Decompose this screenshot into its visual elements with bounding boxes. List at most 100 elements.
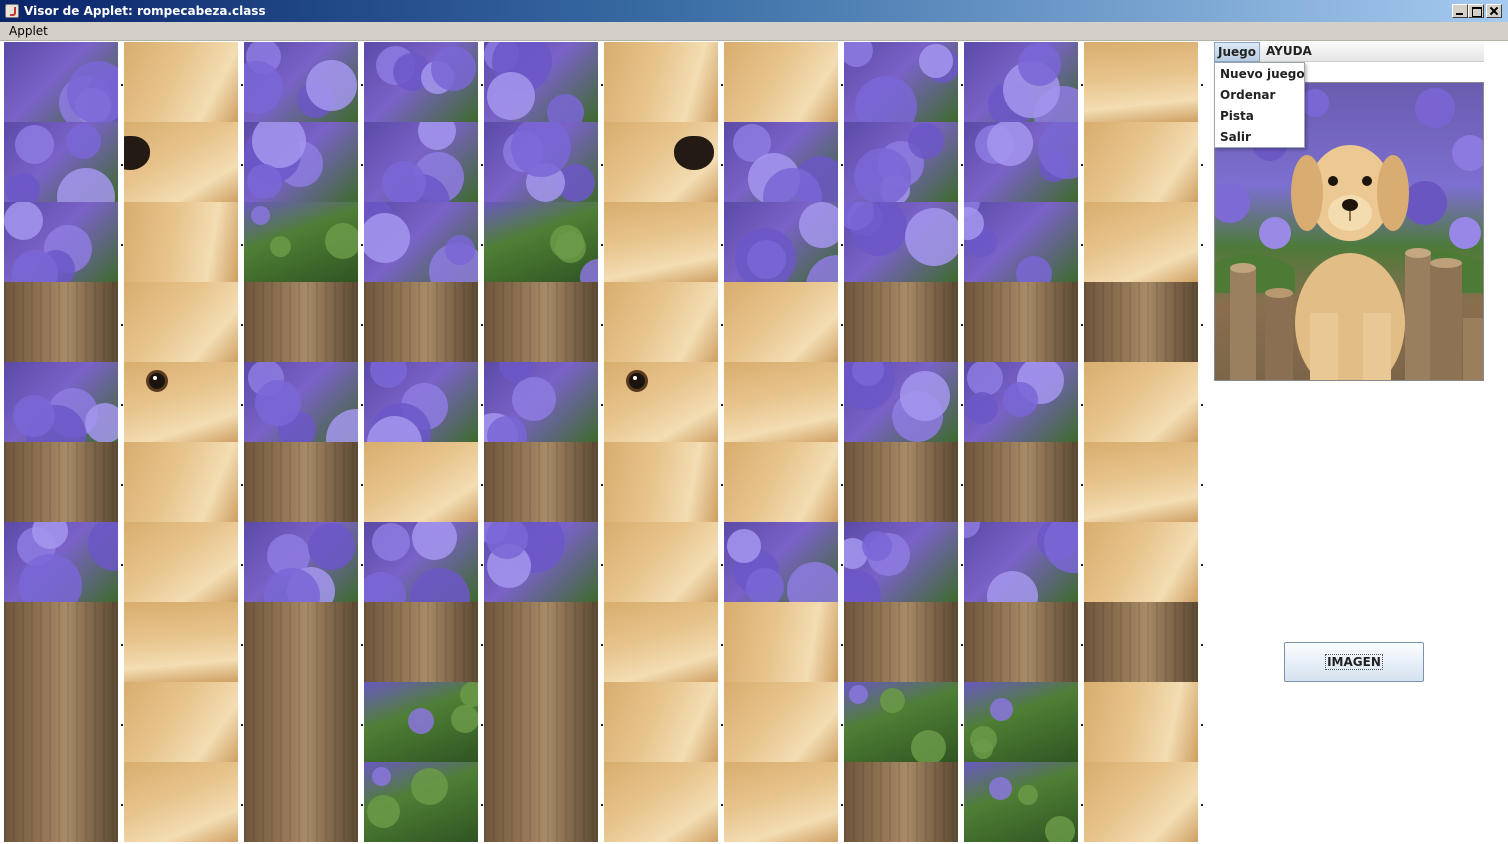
puzzle-tile[interactable] [484,522,598,602]
puzzle-tile[interactable] [484,602,598,682]
puzzle-tile[interactable] [484,762,598,842]
puzzle-tile[interactable] [484,682,598,762]
puzzle-tile[interactable] [364,442,478,522]
puzzle-tile[interactable] [244,362,358,442]
close-button[interactable] [1486,4,1502,18]
puzzle-tile[interactable] [124,282,238,362]
puzzle-tile[interactable] [1084,362,1198,442]
puzzle-tile[interactable] [964,282,1078,362]
puzzle-tile[interactable] [604,522,718,602]
puzzle-tile[interactable] [964,522,1078,602]
puzzle-tile[interactable] [244,762,358,842]
puzzle-tile[interactable] [724,682,838,762]
puzzle-tile[interactable] [484,362,598,442]
puzzle-tile[interactable] [364,682,478,762]
menu-juego[interactable]: Juego [1214,42,1260,62]
puzzle-tile[interactable] [364,602,478,682]
puzzle-tile[interactable] [244,442,358,522]
puzzle-tile[interactable] [724,602,838,682]
puzzle-tile[interactable] [604,362,718,442]
menu-item-salir[interactable]: Salir [1220,130,1251,148]
puzzle-tile[interactable] [1084,42,1198,122]
puzzle-tile[interactable] [124,522,238,602]
puzzle-tile[interactable] [844,282,958,362]
minimize-button[interactable] [1452,4,1468,18]
menu-applet[interactable]: Applet [9,24,48,38]
puzzle-tile[interactable] [364,42,478,122]
puzzle-tile[interactable] [964,682,1078,762]
puzzle-tile[interactable] [4,42,118,122]
puzzle-tile[interactable] [844,42,958,122]
puzzle-tile[interactable] [1084,602,1198,682]
puzzle-tile[interactable] [724,762,838,842]
puzzle-tile[interactable] [604,282,718,362]
puzzle-tile[interactable] [1084,282,1198,362]
puzzle-tile[interactable] [124,762,238,842]
puzzle-tile[interactable] [604,442,718,522]
puzzle-tile[interactable] [4,602,118,682]
menu-item-ordenar[interactable]: Ordenar [1220,88,1275,106]
puzzle-tile[interactable] [964,362,1078,442]
puzzle-tile[interactable] [724,442,838,522]
maximize-button[interactable] [1468,4,1484,18]
puzzle-tile[interactable] [124,602,238,682]
puzzle-tile[interactable] [244,682,358,762]
menu-ayuda[interactable]: AYUDA [1266,44,1312,58]
puzzle-tile[interactable] [724,282,838,362]
puzzle-tile[interactable] [484,42,598,122]
puzzle-tile[interactable] [1084,682,1198,762]
puzzle-tile[interactable] [364,122,478,202]
puzzle-tile[interactable] [1084,522,1198,602]
puzzle-tile[interactable] [604,602,718,682]
puzzle-tile[interactable] [724,42,838,122]
puzzle-tile[interactable] [1084,762,1198,842]
puzzle-tile[interactable] [724,362,838,442]
puzzle-tile[interactable] [364,202,478,282]
puzzle-tile[interactable] [364,762,478,842]
puzzle-tile[interactable] [844,442,958,522]
puzzle-tile[interactable] [964,42,1078,122]
puzzle-tile[interactable] [364,282,478,362]
puzzle-tile[interactable] [4,362,118,442]
puzzle-tile[interactable] [364,522,478,602]
imagen-button[interactable]: IMAGEN [1284,642,1424,682]
puzzle-tile[interactable] [4,442,118,522]
puzzle-tile[interactable] [124,42,238,122]
puzzle-tile[interactable] [604,202,718,282]
puzzle-tile[interactable] [844,602,958,682]
puzzle-tile[interactable] [1084,442,1198,522]
puzzle-tile[interactable] [964,762,1078,842]
puzzle-tile[interactable] [484,442,598,522]
puzzle-tile[interactable] [724,522,838,602]
puzzle-tile[interactable] [244,522,358,602]
puzzle-tile[interactable] [604,42,718,122]
puzzle-tile[interactable] [844,362,958,442]
menu-item-nuevo-juego[interactable]: Nuevo juego [1220,67,1305,85]
puzzle-tile[interactable] [844,122,958,202]
puzzle-tile[interactable] [124,122,238,202]
puzzle-tile[interactable] [484,122,598,202]
puzzle-tile[interactable] [484,202,598,282]
puzzle-tile[interactable] [244,282,358,362]
puzzle-tile[interactable] [244,42,358,122]
puzzle-tile[interactable] [4,282,118,362]
puzzle-tile[interactable] [964,442,1078,522]
puzzle-tile[interactable] [124,202,238,282]
puzzle-tile[interactable] [844,762,958,842]
puzzle-tile[interactable] [4,202,118,282]
puzzle-tile[interactable] [4,682,118,762]
puzzle-tile[interactable] [844,682,958,762]
puzzle-tile[interactable] [244,202,358,282]
puzzle-tile[interactable] [124,362,238,442]
puzzle-tile[interactable] [124,682,238,762]
puzzle-tile[interactable] [4,122,118,202]
puzzle-tile[interactable] [1084,202,1198,282]
puzzle-tile[interactable] [4,522,118,602]
puzzle-tile[interactable] [844,522,958,602]
puzzle-tile[interactable] [964,602,1078,682]
puzzle-tile[interactable] [844,202,958,282]
puzzle-tile[interactable] [124,442,238,522]
puzzle-tile[interactable] [1084,122,1198,202]
puzzle-tile[interactable] [4,762,118,842]
puzzle-tile[interactable] [724,122,838,202]
